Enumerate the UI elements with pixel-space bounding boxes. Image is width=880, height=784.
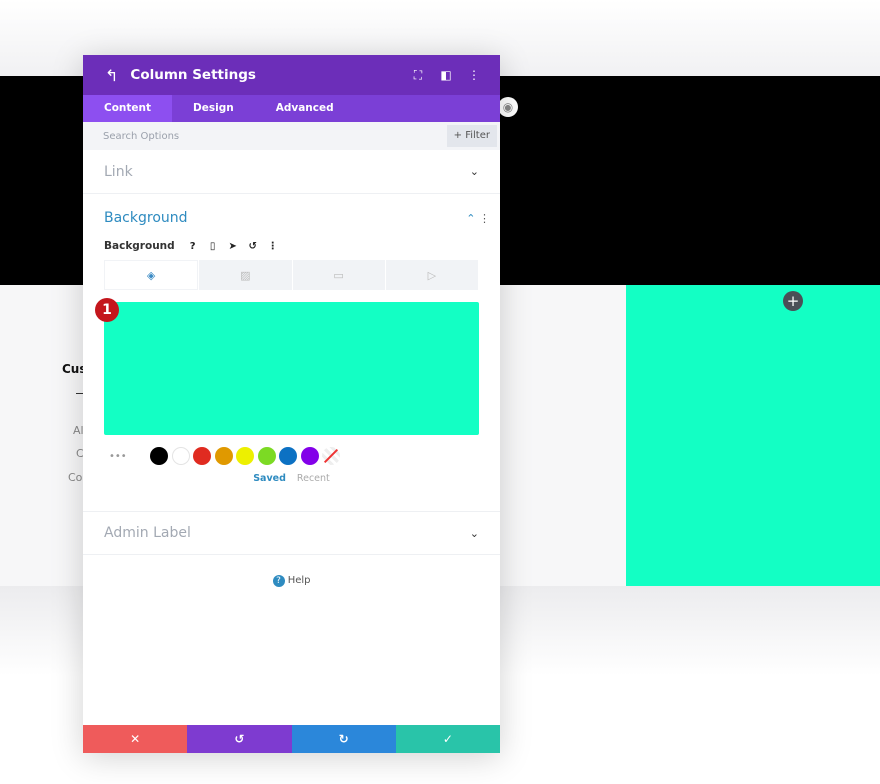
section-label: Admin Label xyxy=(104,525,191,541)
undo-button[interactable]: ↺ xyxy=(187,725,292,753)
help-icon[interactable]: ? xyxy=(183,241,203,252)
color-swatch[interactable] xyxy=(257,447,276,465)
chevron-up-icon[interactable]: ⌃ ⋮ xyxy=(466,212,490,225)
save-button[interactable]: ✓ xyxy=(395,725,500,753)
reset-icon[interactable]: ↺ xyxy=(243,241,263,252)
add-module-icon[interactable]: + xyxy=(783,291,803,311)
color-swatch[interactable] xyxy=(236,447,254,465)
column-settings-modal: ↰ Column Settings ⛶ ◧ ⋮ Content Design A… xyxy=(83,55,500,753)
more-options-icon[interactable]: ⋮ xyxy=(460,68,488,82)
page-line: Al xyxy=(73,424,84,437)
color-swatch[interactable] xyxy=(214,447,233,465)
section-background: Background ⌃ ⋮ Background ? ▯ ➤ ↺ ⋮ ◈ ▨ … xyxy=(83,194,500,512)
color-preview[interactable]: 1 xyxy=(95,298,479,435)
color-palette: ••• xyxy=(109,445,500,467)
recent-tab[interactable]: Recent xyxy=(297,473,330,484)
paint-bucket-icon[interactable]: ◈ xyxy=(104,260,199,290)
redo-button[interactable]: ↻ xyxy=(291,725,396,753)
color-swatch[interactable] xyxy=(171,447,190,465)
background-type-tabs: ◈ ▨ ▭ ▷ xyxy=(104,260,479,290)
background-option-row: Background ? ▯ ➤ ↺ ⋮ xyxy=(83,236,500,256)
tab-content[interactable]: Content xyxy=(83,95,173,122)
color-swatch[interactable] xyxy=(279,447,297,465)
step-badge: 1 xyxy=(95,298,119,322)
section-menu-icon[interactable]: ⋮ xyxy=(479,212,490,225)
wordpress-icon[interactable]: ◉ xyxy=(498,97,518,117)
mobile-icon[interactable]: ▯ xyxy=(203,241,223,252)
help-label: Help xyxy=(287,575,311,586)
color-swatch[interactable] xyxy=(193,447,211,465)
back-icon[interactable]: ↰ xyxy=(105,66,118,85)
help-link[interactable]: ? Help xyxy=(83,575,500,587)
more-colors-icon[interactable]: ••• xyxy=(109,451,150,462)
search-input[interactable]: Search Options xyxy=(103,131,447,142)
background-label: Background xyxy=(104,240,175,252)
section-admin-label[interactable]: Admin Label ⌄ xyxy=(83,512,500,555)
section-label: Background xyxy=(104,210,188,226)
image-icon[interactable]: ▭ xyxy=(292,260,385,290)
color-swatch[interactable] xyxy=(300,447,319,465)
search-bar: Search Options + Filter xyxy=(83,122,500,150)
fullscreen-icon[interactable]: ⛶ xyxy=(404,68,432,83)
more-icon[interactable]: ⋮ xyxy=(263,241,283,252)
help-circle-icon: ? xyxy=(272,575,285,587)
section-label: Link xyxy=(104,163,133,180)
split-view-icon[interactable]: ◧ xyxy=(432,68,460,82)
gradient-icon[interactable]: ▨ xyxy=(199,260,292,290)
color-swatch[interactable] xyxy=(150,447,168,465)
video-icon[interactable]: ▷ xyxy=(385,260,478,290)
tab-design[interactable]: Design xyxy=(172,95,255,122)
cursor-icon[interactable]: ➤ xyxy=(223,241,243,252)
section-link[interactable]: Link ⌄ xyxy=(83,150,500,194)
teal-column xyxy=(626,285,880,586)
modal-tabs: Content Design Advanced xyxy=(83,95,500,122)
cancel-button[interactable]: ✕ xyxy=(83,725,188,753)
filter-button[interactable]: + Filter xyxy=(446,125,497,147)
tab-advanced[interactable]: Advanced xyxy=(255,95,355,122)
chevron-down-icon[interactable]: ⌄ xyxy=(470,527,479,540)
modal-footer: ✕ ↺ ↻ ✓ xyxy=(83,725,500,753)
modal-header: ↰ Column Settings ⛶ ◧ ⋮ xyxy=(83,55,500,95)
page-line: Co xyxy=(68,471,83,484)
chevron-down-icon[interactable]: ⌄ xyxy=(470,165,479,178)
no-color-swatch[interactable] xyxy=(322,447,340,465)
modal-title: Column Settings xyxy=(130,67,256,83)
palette-tabs: Saved Recent xyxy=(83,473,500,484)
saved-tab[interactable]: Saved xyxy=(253,473,286,484)
